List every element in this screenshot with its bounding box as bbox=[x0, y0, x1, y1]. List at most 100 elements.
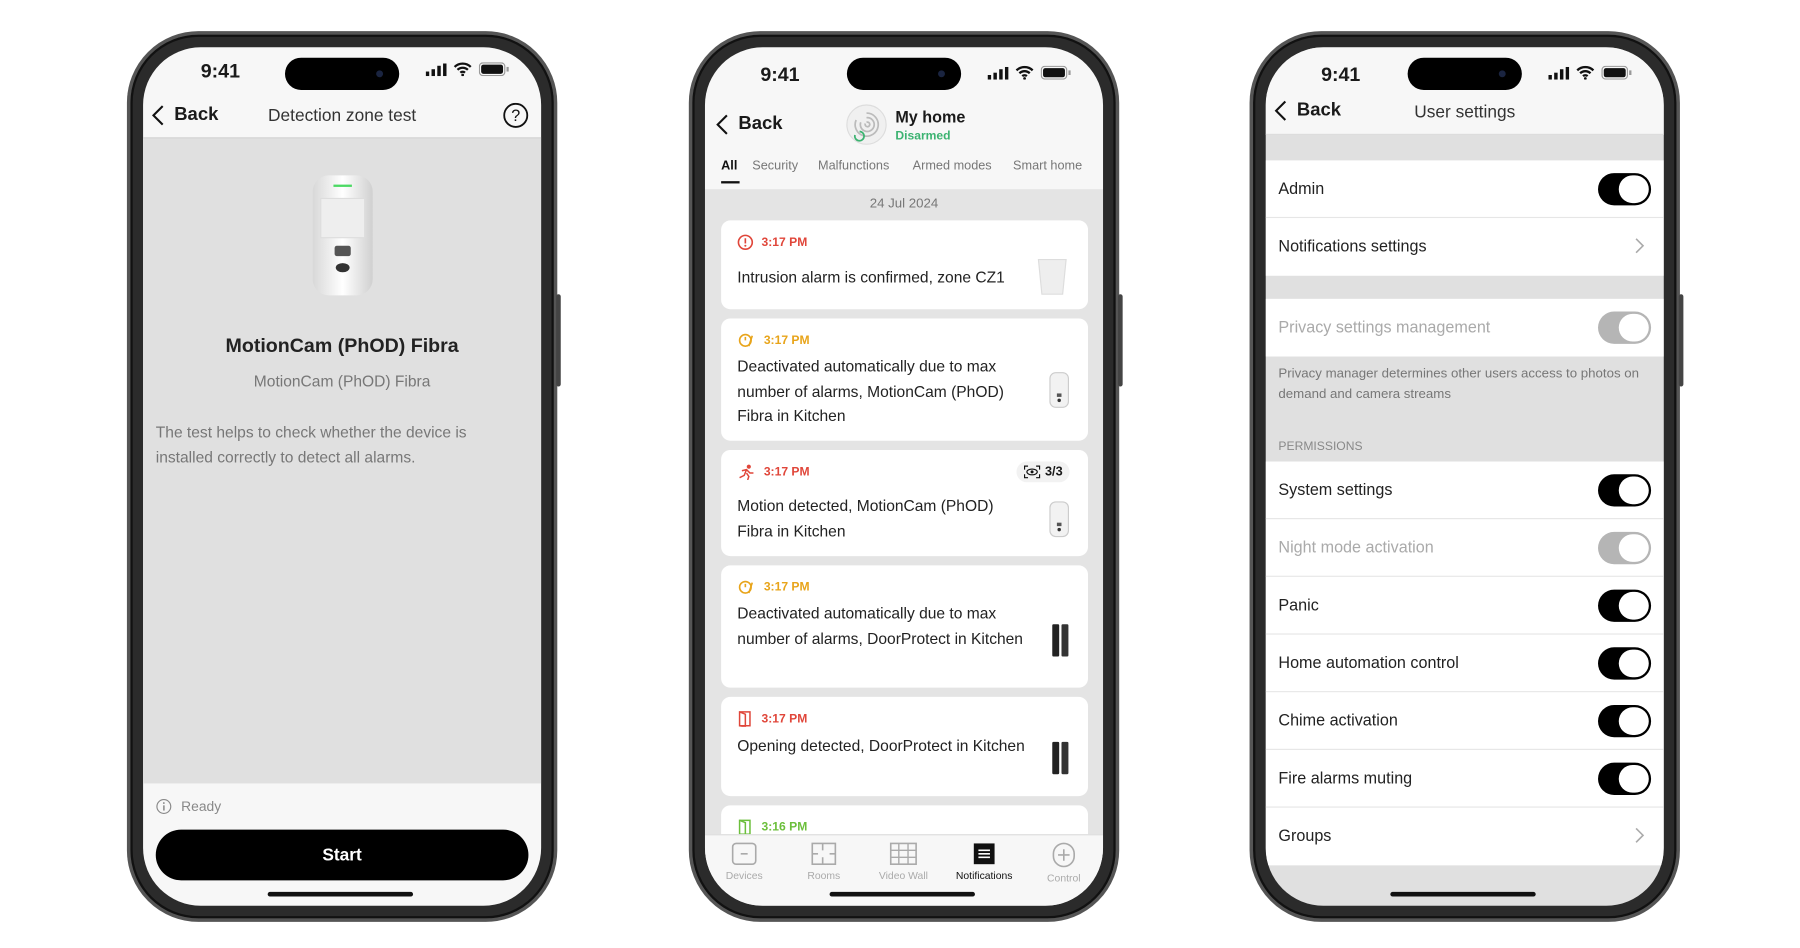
setting-home-automation: Home automation control bbox=[1265, 634, 1664, 693]
video-wall-icon bbox=[889, 842, 917, 866]
event-time: 3:17 PM bbox=[761, 235, 808, 250]
notification-item[interactable]: 3:17 PM Opening detected, DoorProtect in… bbox=[721, 696, 1089, 797]
nav-label: Control bbox=[1047, 872, 1081, 884]
nav-label: Rooms bbox=[807, 869, 841, 882]
siren-off-icon bbox=[738, 580, 754, 594]
control-icon bbox=[1052, 842, 1075, 868]
date-header: 24 Jul 2024 bbox=[869, 197, 939, 212]
event-text: Intrusion alarm is confirmed, zone CZ1 bbox=[737, 268, 1005, 287]
nav-control[interactable]: Control bbox=[1027, 842, 1101, 884]
hub-status: Disarmed bbox=[895, 129, 951, 144]
hub-avatar-icon[interactable] bbox=[845, 103, 889, 147]
setting-admin: Admin bbox=[1265, 160, 1664, 219]
devices-icon bbox=[731, 842, 757, 866]
start-button[interactable]: Start bbox=[155, 829, 529, 881]
status-time: 9:41 bbox=[1321, 63, 1361, 86]
setting-groups[interactable]: Groups bbox=[1265, 807, 1664, 866]
setting-system-settings: System settings bbox=[1265, 461, 1664, 520]
chevron-right-icon bbox=[1635, 827, 1645, 843]
event-time: 3:17 PM bbox=[763, 464, 810, 479]
status-icons bbox=[987, 65, 1071, 80]
privacy-toggle[interactable] bbox=[1598, 311, 1652, 344]
home-indicator bbox=[829, 891, 975, 897]
setting-label: Groups bbox=[1278, 826, 1332, 845]
info-icon bbox=[156, 799, 172, 815]
phone-detection-zone-test: 9:41 Back Detection zone test ? MotionCa… bbox=[126, 31, 561, 922]
notifications-list-icon bbox=[973, 843, 995, 865]
tab-malfunctions[interactable]: Malfunctions bbox=[818, 159, 889, 173]
tab-all[interactable]: All bbox=[721, 159, 740, 184]
phone-user-settings: 9:41 Back User settings Admin Notificati… bbox=[1249, 31, 1684, 922]
device-model: MotionCam (PhOD) Fibra bbox=[253, 372, 431, 390]
dynamic-island bbox=[1407, 57, 1522, 90]
fire-alarms-muting-toggle[interactable] bbox=[1598, 762, 1652, 795]
panic-toggle[interactable] bbox=[1598, 589, 1652, 622]
nav-notifications[interactable]: Notifications bbox=[947, 842, 1021, 882]
phone-notifications: 9:41 Back My home Disarmed All Security … bbox=[688, 31, 1123, 922]
back-label: Back bbox=[738, 114, 783, 134]
event-time: 3:17 PM bbox=[763, 333, 810, 348]
event-text: Deactivated automatically due to max num… bbox=[737, 357, 1004, 425]
system-settings-toggle[interactable] bbox=[1598, 474, 1652, 507]
running-person-icon bbox=[739, 464, 754, 480]
help-icon[interactable]: ? bbox=[503, 102, 529, 128]
motioncam-device-image bbox=[1049, 501, 1069, 538]
battery-icon bbox=[1601, 65, 1632, 80]
setting-label: Chime activation bbox=[1278, 710, 1398, 730]
status-icons bbox=[1548, 65, 1632, 80]
notification-item[interactable]: 3:17 PM Intrusion alarm is confirmed, zo… bbox=[721, 220, 1089, 310]
photo-count-badge[interactable]: 3/3 bbox=[1016, 461, 1070, 483]
test-status: Ready bbox=[156, 798, 222, 815]
notification-item[interactable]: 3:17 PM Deactivated automatically due to… bbox=[721, 565, 1089, 688]
page-title: Detection zone test bbox=[268, 106, 417, 126]
tab-smart-home[interactable]: Smart home bbox=[1013, 159, 1082, 173]
setting-label: System settings bbox=[1278, 479, 1393, 499]
dynamic-island bbox=[284, 57, 400, 90]
tab-security[interactable]: Security bbox=[752, 159, 798, 173]
door-open-icon bbox=[738, 711, 751, 727]
privacy-note: Privacy manager determines other users a… bbox=[1278, 366, 1640, 402]
event-text: Opening detected, DoorProtect in Kitchen bbox=[737, 737, 1025, 755]
signal-icon bbox=[425, 62, 447, 76]
notification-tabs: All Security Malfunctions Armed modes Sm… bbox=[705, 159, 1103, 189]
event-text: Motion detected, MotionCam (PhOD) Fibra … bbox=[737, 497, 994, 540]
wifi-icon bbox=[1015, 66, 1034, 80]
setting-fire-alarms-muting: Fire alarms muting bbox=[1265, 749, 1664, 808]
setting-notifications[interactable]: Notifications settings bbox=[1265, 218, 1664, 276]
nav-devices[interactable]: Devices bbox=[707, 842, 781, 882]
device-panel: MotionCam (PhOD) Fibra MotionCam (PhOD) … bbox=[143, 137, 542, 784]
alert-circle-icon bbox=[737, 234, 754, 251]
camera-eye-icon bbox=[1023, 465, 1040, 479]
tab-armed-modes[interactable]: Armed modes bbox=[913, 159, 992, 173]
setting-night-mode: Night mode activation bbox=[1265, 519, 1664, 577]
setting-label: Admin bbox=[1278, 178, 1325, 198]
nav-rooms[interactable]: Rooms bbox=[787, 842, 861, 882]
notification-item[interactable]: 3:17 PM 3/3 Motion detected, MotionCam (… bbox=[721, 449, 1089, 557]
home-indicator bbox=[267, 891, 414, 897]
nav-video-wall[interactable]: Video Wall bbox=[867, 842, 941, 882]
event-time: 3:16 PM bbox=[761, 820, 808, 835]
siren-off-icon bbox=[738, 333, 754, 347]
back-button[interactable]: Back bbox=[715, 113, 783, 136]
setting-label: Night mode activation bbox=[1278, 537, 1434, 557]
motioncam-device-image bbox=[1049, 372, 1069, 408]
admin-toggle[interactable] bbox=[1598, 173, 1652, 206]
setting-chime: Chime activation bbox=[1265, 692, 1664, 750]
nav-label: Notifications bbox=[955, 869, 1013, 882]
notification-list[interactable]: 24 Jul 2024 3:17 PM Intrusion alarm is c… bbox=[704, 189, 1104, 875]
setting-label: Notifications settings bbox=[1278, 236, 1427, 255]
status-time: 9:41 bbox=[200, 59, 241, 82]
status-label: Ready bbox=[181, 798, 222, 815]
notification-item[interactable]: 3:17 PM Deactivated automatically due to… bbox=[721, 318, 1089, 441]
home-automation-toggle[interactable] bbox=[1598, 647, 1652, 680]
event-text: Deactivated automatically due to max num… bbox=[737, 604, 1023, 647]
screen: 9:41 Back My home Disarmed All Security … bbox=[704, 47, 1104, 906]
event-time: 3:17 PM bbox=[761, 711, 808, 726]
chime-toggle[interactable] bbox=[1598, 704, 1652, 738]
setting-label: Home automation control bbox=[1278, 653, 1459, 672]
setting-panic: Panic bbox=[1265, 576, 1664, 635]
hub-device-image bbox=[1037, 259, 1067, 295]
night-mode-toggle[interactable] bbox=[1598, 531, 1652, 565]
page-title: User settings bbox=[1414, 102, 1516, 123]
door-closed-icon bbox=[738, 819, 751, 836]
